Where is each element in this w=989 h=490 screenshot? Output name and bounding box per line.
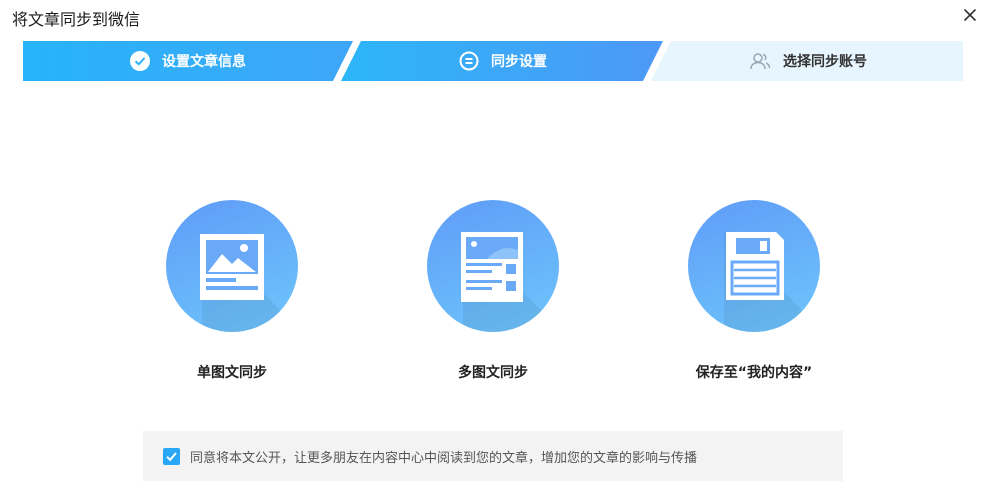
dialog-title: 将文章同步到微信 [12, 10, 141, 29]
step-label: 选择同步账号 [783, 54, 867, 70]
multi-image-article-icon [461, 232, 559, 332]
checkmark-icon [166, 451, 177, 461]
option-save-to-my-content[interactable]: 保存至“我的内容” [664, 200, 844, 382]
option-label: 多图文同步 [458, 365, 528, 381]
agreement-text: 同意将本文公开，让更多朋友在内容中心中阅读到您的文章，增加您的文章的影响与传播 [190, 450, 698, 466]
option-circle[interactable] [427, 200, 559, 332]
option-multi-image-article[interactable]: 多图文同步 [403, 200, 583, 382]
public-agreement: 同意将本文公开，让更多朋友在内容中心中阅读到您的文章，增加您的文章的影响与传播 [143, 431, 843, 481]
option-circle[interactable] [166, 200, 298, 332]
option-circle[interactable] [688, 200, 820, 332]
close-icon [963, 8, 977, 22]
option-single-image-article[interactable]: 单图文同步 [142, 200, 322, 382]
step-set-article-info[interactable]: 设置文章信息 [23, 41, 353, 81]
option-label: 保存至“我的内容” [695, 365, 813, 381]
close-button[interactable] [959, 4, 981, 26]
step-progress-bar: 设置文章信息 同步设置 选择同步账号 [23, 41, 963, 81]
step-select-accounts[interactable]: 选择同步账号 [653, 41, 963, 81]
save-floppy-icon [724, 232, 820, 332]
sync-options: 单图文同步 多图文同步 保存至“我的内容” [0, 200, 989, 390]
step-label: 设置文章信息 [162, 54, 246, 70]
option-label: 单图文同步 [197, 365, 267, 381]
agree-checkbox[interactable] [163, 447, 180, 465]
step-sync-settings[interactable]: 同步设置 [343, 41, 663, 81]
single-image-article-icon [200, 232, 298, 332]
users-icon [749, 51, 771, 71]
equal-circle-icon [459, 51, 479, 71]
step-label: 同步设置 [491, 54, 547, 70]
check-circle-icon [130, 51, 150, 71]
